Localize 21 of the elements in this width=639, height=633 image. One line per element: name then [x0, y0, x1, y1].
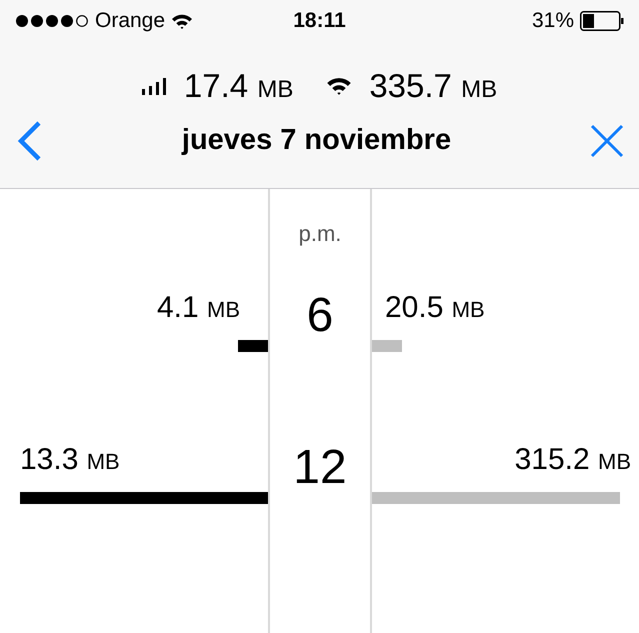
- wifi-icon: [171, 12, 194, 30]
- status-time: 18:11: [293, 8, 346, 34]
- usage-amount: 4.1 MB: [156, 290, 240, 326]
- usage-bar: [238, 340, 268, 352]
- hour-label: 6: [306, 292, 334, 340]
- close-icon[interactable]: [590, 124, 624, 158]
- usage-amount: 315.2 MB: [514, 442, 631, 478]
- battery-percent: 31%: [532, 8, 574, 34]
- date-title: jueves 7 noviembre: [180, 123, 452, 158]
- period-label: p.m.: [298, 220, 342, 248]
- hour-label: 12: [293, 444, 347, 492]
- data-total: 335.7 MB: [369, 66, 498, 106]
- cellular-bars-icon: [142, 77, 168, 95]
- usage-bar: [372, 340, 402, 352]
- wifi-icon: [325, 76, 354, 96]
- carrier-name: Orange: [95, 8, 166, 34]
- signal-dots-icon: [15, 14, 89, 28]
- usage-amount: 20.5 MB: [385, 290, 485, 326]
- usage-amount: 13.3 MB: [20, 442, 120, 478]
- battery-icon: [580, 11, 624, 31]
- data-total: 17.4 MB: [184, 66, 294, 106]
